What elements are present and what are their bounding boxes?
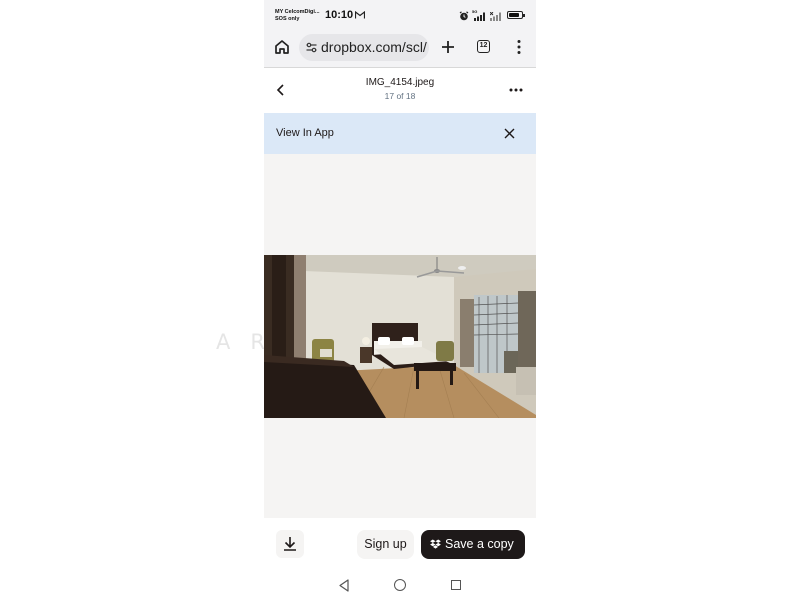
view-in-app-label[interactable]: View In App	[276, 127, 334, 139]
view-in-app-banner[interactable]: View In App	[264, 113, 536, 154]
file-name: IMG_4154.jpeg	[365, 77, 435, 88]
plus-icon[interactable]	[439, 38, 457, 56]
download-button[interactable]	[276, 530, 304, 558]
save-copy-button[interactable]: Save a copy	[421, 530, 525, 559]
alarm-icon	[459, 11, 469, 21]
dropbox-icon	[430, 539, 441, 549]
more-options-icon[interactable]	[507, 82, 525, 98]
download-icon	[284, 537, 296, 551]
tabs-icon[interactable]: 12	[477, 40, 490, 53]
action-bar: Sign up Save a copy	[264, 518, 536, 572]
kebab-icon[interactable]	[510, 38, 528, 56]
image-viewer	[264, 154, 536, 518]
url-text[interactable]: dropbox.com/scl/	[321, 39, 427, 55]
gmail-icon	[355, 11, 365, 19]
battery-level	[509, 13, 519, 17]
clock: 10:10	[325, 9, 354, 21]
viewer-header: IMG_4154.jpeg 17 of 18	[264, 68, 536, 113]
file-position: 17 of 18	[384, 91, 416, 101]
battery-icon	[507, 11, 525, 19]
bedroom-photo[interactable]	[264, 255, 536, 418]
browser-toolbar: dropbox.com/scl/ 12	[264, 30, 536, 68]
nav-home-icon[interactable]	[394, 579, 406, 591]
tune-icon[interactable]	[306, 42, 317, 53]
status-bar: MY CelcomDigi... SOS only 10:10 5G	[264, 0, 536, 30]
carrier-info: MY CelcomDigi... SOS only	[275, 9, 320, 23]
address-bar[interactable]: dropbox.com/scl/	[299, 34, 429, 61]
nav-back-icon[interactable]	[338, 579, 350, 592]
home-icon[interactable]	[273, 38, 291, 56]
signal-no-service-icon	[490, 12, 501, 21]
carrier-name: MY CelcomDigi...	[275, 9, 320, 15]
signal-icon	[474, 12, 485, 21]
save-copy-label[interactable]: Save a copy	[445, 537, 514, 551]
phone-screen: MY CelcomDigi... SOS only 10:10 5G dropb…	[264, 0, 536, 600]
sign-up-button[interactable]: Sign up	[357, 530, 414, 559]
system-nav-bar	[264, 572, 536, 600]
nav-recents-icon[interactable]	[451, 580, 461, 590]
close-icon[interactable]	[503, 127, 516, 140]
sos-label: SOS only	[275, 16, 300, 22]
